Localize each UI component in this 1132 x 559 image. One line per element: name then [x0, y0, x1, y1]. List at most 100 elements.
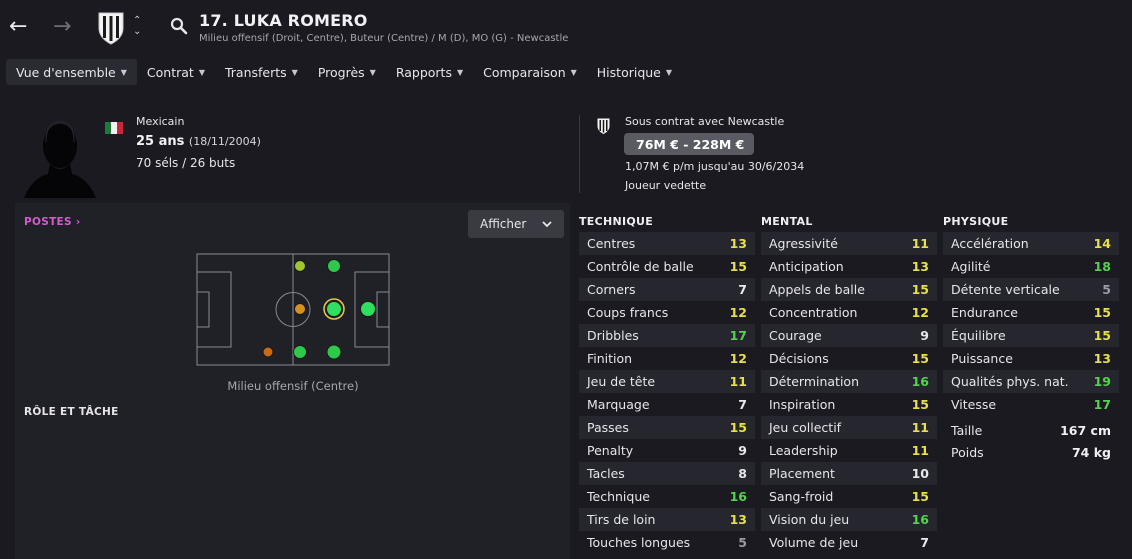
attribute-row[interactable]: Centres 13 — [579, 232, 755, 255]
attribute-row[interactable]: Coups francs 12 — [579, 301, 755, 324]
attribute-row[interactable]: Appels de balle 15 — [761, 278, 937, 301]
tab-contract[interactable]: Contrat ▼ — [137, 59, 215, 85]
attribute-row[interactable]: Tacles 8 — [579, 462, 755, 485]
attribute-value: 13 — [1093, 351, 1111, 366]
attribute-row[interactable]: Placement 10 — [761, 462, 937, 485]
attribute-value: 15 — [729, 420, 747, 435]
attribute-name: Leadership — [769, 443, 838, 458]
measure-name: Taille — [951, 423, 983, 438]
attribute-row[interactable]: Vision du jeu 16 — [761, 508, 937, 531]
tab-history[interactable]: Historique ▼ — [587, 59, 682, 85]
attribute-row[interactable]: Agressivité 11 — [761, 232, 937, 255]
updown-chevron-icon[interactable]: ⌃ ⌄ — [133, 15, 141, 37]
position-dot-striker[interactable] — [360, 301, 376, 317]
attribute-row[interactable]: Sang-froid 15 — [761, 485, 937, 508]
attribute-name: Contrôle de balle — [587, 259, 694, 274]
attribute-name: Volume de jeu — [769, 535, 859, 550]
attribute-row[interactable]: Jeu de tête 11 — [579, 370, 755, 393]
attribute-row[interactable]: Concentration 12 — [761, 301, 937, 324]
attribute-row[interactable]: Puissance 13 — [943, 347, 1119, 370]
attribute-name: Penalty — [587, 443, 634, 458]
attribute-value: 11 — [911, 443, 929, 458]
tab-comparison[interactable]: Comparaison ▼ — [473, 59, 587, 85]
attribute-row[interactable]: Marquage 7 — [579, 393, 755, 416]
tab-reports[interactable]: Rapports ▼ — [386, 59, 473, 85]
afficher-label: Afficher — [480, 217, 527, 231]
flag-stripe — [117, 122, 123, 134]
attribute-row[interactable]: Endurance 15 — [943, 301, 1119, 324]
position-dot-mo-centre[interactable] — [326, 301, 342, 317]
attribute-row[interactable]: Qualités phys. nat. 19 — [943, 370, 1119, 393]
attribute-value: 11 — [911, 420, 929, 435]
attribute-value: 15 — [729, 259, 747, 274]
wage-contract-end: 1,07M € p/m jusqu'au 30/6/2034 — [625, 160, 805, 173]
chevron-down-icon: ▼ — [291, 67, 298, 77]
chevron-down-icon — [542, 220, 552, 227]
attribute-row[interactable]: Détermination 16 — [761, 370, 937, 393]
attribute-row[interactable]: Équilibre 15 — [943, 324, 1119, 347]
position-dot-m-right[interactable] — [294, 260, 306, 272]
attribute-row[interactable]: Penalty 9 — [579, 439, 755, 462]
forward-arrow-icon[interactable]: → — [53, 16, 71, 38]
attribute-row[interactable]: Finition 12 — [579, 347, 755, 370]
tab-label: Transferts — [224, 64, 287, 80]
attribute-row[interactable]: Vitesse 17 — [943, 393, 1119, 416]
attribute-row[interactable]: Agilité 18 — [943, 255, 1119, 278]
attribute-value: 15 — [911, 282, 929, 297]
attribute-name: Marquage — [587, 397, 650, 412]
position-dot-m-centre[interactable] — [294, 303, 306, 315]
attribute-value: 11 — [729, 374, 747, 389]
age-line: 25 ans (18/11/2004) — [136, 134, 261, 149]
attribute-row[interactable]: Touches longues 5 — [579, 531, 755, 554]
search-icon[interactable] — [170, 17, 188, 35]
attribute-row[interactable]: Corners 7 — [579, 278, 755, 301]
physical-measure-row: Taille 167 cm — [943, 419, 1119, 442]
tab-label: Historique — [596, 64, 661, 80]
position-dot-mo-right[interactable] — [327, 259, 341, 273]
attribute-row[interactable]: Dribbles 17 — [579, 324, 755, 347]
attribute-name: Détente verticale — [951, 282, 1060, 297]
attribute-row[interactable]: Volume de jeu 7 — [761, 531, 937, 554]
attribute-row[interactable]: Détente verticale 5 — [943, 278, 1119, 301]
tab-overview[interactable]: Vue d'ensemble ▼ — [6, 59, 137, 85]
attribute-row[interactable]: Contrôle de balle 15 — [579, 255, 755, 278]
attribute-value: 7 — [738, 282, 747, 297]
tab-progress[interactable]: Progrès ▼ — [308, 59, 386, 85]
attribute-value: 17 — [1093, 397, 1111, 412]
attribute-row[interactable]: Anticipation 13 — [761, 255, 937, 278]
attribute-value: 16 — [729, 489, 747, 504]
tab-transfers[interactable]: Transferts ▼ — [215, 59, 308, 85]
attribute-value: 15 — [911, 489, 929, 504]
transfer-value-badge[interactable]: 76M € - 228M € — [624, 133, 755, 155]
attribute-name: Agilité — [951, 259, 991, 274]
attribute-row[interactable]: Leadership 11 — [761, 439, 937, 462]
back-arrow-icon[interactable]: ← — [9, 16, 27, 38]
attribute-value: 17 — [729, 328, 747, 343]
attribute-row[interactable]: Accélération 14 — [943, 232, 1119, 255]
attribute-row[interactable]: Passes 15 — [579, 416, 755, 439]
attribute-row[interactable]: Décisions 15 — [761, 347, 937, 370]
chevron-down-icon: ▼ — [570, 67, 577, 77]
position-dot-m-left[interactable] — [293, 345, 307, 359]
attribute-row[interactable]: Courage 9 — [761, 324, 937, 347]
attribute-name: Anticipation — [769, 259, 844, 274]
date-of-birth: (18/11/2004) — [188, 135, 261, 148]
attribute-value: 13 — [729, 236, 747, 251]
attribute-row[interactable]: Tirs de loin 13 — [579, 508, 755, 531]
postes-label: POSTES — [24, 216, 72, 228]
attribute-value: 13 — [911, 259, 929, 274]
attribute-name: Décisions — [769, 351, 829, 366]
position-dot-dm-left[interactable] — [262, 346, 274, 358]
position-dot-mo-left[interactable] — [326, 344, 342, 360]
player-name: 17. LUKA ROMERO — [199, 11, 368, 30]
attribute-row[interactable]: Jeu collectif 11 — [761, 416, 937, 439]
attribute-row[interactable]: Inspiration 15 — [761, 393, 937, 416]
chevron-down-icon: ▼ — [120, 67, 127, 77]
chevron-down-icon: ▼ — [665, 67, 673, 77]
afficher-dropdown[interactable]: Afficher — [468, 210, 564, 238]
attribute-row[interactable]: Technique 16 — [579, 485, 755, 508]
club-badge-icon[interactable] — [96, 11, 126, 45]
position-pitch — [196, 253, 390, 366]
attribute-name: Jeu de tête — [587, 374, 656, 389]
postes-link[interactable]: POSTES › — [24, 216, 80, 228]
